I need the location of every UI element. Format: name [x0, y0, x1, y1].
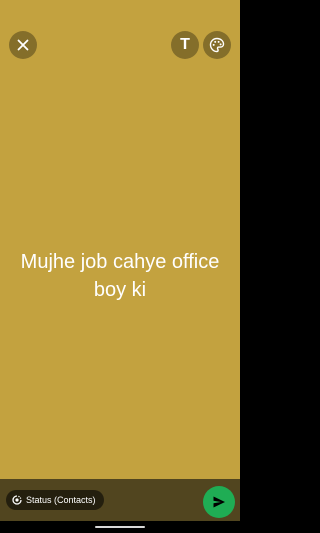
- status-composer-screen: T Mujhe job cahye office boy ki Status (…: [0, 0, 240, 533]
- home-indicator[interactable]: [95, 526, 145, 528]
- status-text[interactable]: Mujhe job cahye office boy ki: [8, 248, 232, 304]
- color-palette-button[interactable]: [203, 31, 231, 59]
- system-navigation-bar: [0, 521, 240, 533]
- send-icon: [213, 496, 225, 508]
- audience-label: Status (Contacts): [26, 495, 96, 505]
- status-canvas[interactable]: T Mujhe job cahye office boy ki: [0, 0, 240, 479]
- send-button[interactable]: [203, 486, 235, 518]
- audience-selector[interactable]: Status (Contacts): [6, 490, 104, 510]
- text-tool-icon: T: [180, 36, 190, 53]
- close-button[interactable]: [9, 31, 37, 59]
- palette-icon: [209, 37, 225, 53]
- status-ring-icon: [12, 495, 22, 505]
- close-icon: [17, 39, 29, 51]
- text-tool-button[interactable]: T: [171, 31, 199, 59]
